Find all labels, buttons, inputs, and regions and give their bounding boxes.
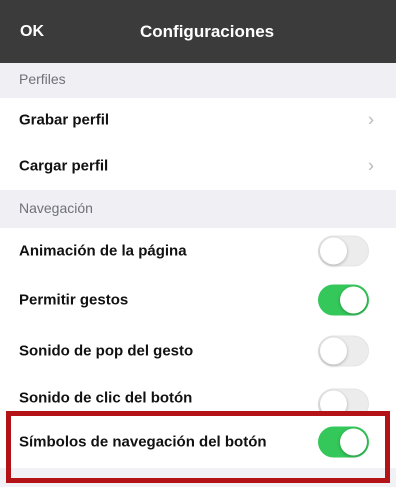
- ok-button[interactable]: OK: [20, 0, 44, 63]
- row-label: Símbolos de navegación del botón: [19, 433, 267, 451]
- section-title: Perfiles: [19, 71, 66, 87]
- bottom-spacer: [0, 468, 396, 487]
- toggle-knob: [320, 237, 347, 265]
- row-permitir-gestos: Permitir gestos: [0, 274, 396, 326]
- row-label: Grabar perfil: [19, 111, 110, 129]
- row-grabar-perfil[interactable]: Grabar perfil ›: [0, 98, 396, 143]
- row-simbolos-navegacion: Símbolos de navegación del botón: [0, 416, 396, 468]
- nav-bar: OK Configuraciones: [0, 0, 396, 63]
- section-header-perfiles: Perfiles: [0, 63, 396, 99]
- gestos-toggle[interactable]: [318, 284, 369, 315]
- row-cargar-perfil[interactable]: Cargar perfil ›: [0, 142, 396, 191]
- section-title: Navegación: [19, 200, 93, 216]
- sonido-pop-toggle[interactable]: [318, 335, 369, 366]
- row-animacion-pagina: Animación de la página: [0, 228, 396, 275]
- chevron-right-icon: ›: [368, 155, 374, 176]
- row-sonido-pop: Sonido de pop del gesto: [0, 325, 396, 377]
- row-label: Permitir gestos: [19, 291, 129, 308]
- toggle-knob: [340, 286, 367, 313]
- toggle-knob: [320, 337, 347, 364]
- toggle-knob: [340, 428, 367, 456]
- chevron-right-icon: ›: [368, 109, 374, 130]
- toggle-knob: [320, 390, 347, 418]
- simbolos-toggle[interactable]: [318, 426, 369, 458]
- row-label: Sonido de pop del gesto: [19, 342, 194, 359]
- row-label: Animación de la página: [19, 242, 187, 260]
- row-label: Cargar perfil: [19, 157, 109, 175]
- sonido-clic-toggle[interactable]: [318, 388, 369, 420]
- animacion-toggle[interactable]: [318, 235, 369, 267]
- row-sonido-clic: Sonido de clic del botón: [0, 376, 396, 420]
- section-header-navegacion: Navegación: [0, 190, 396, 229]
- page-title: Configuraciones: [140, 22, 275, 41]
- row-label: Sonido de clic del botón: [19, 389, 193, 407]
